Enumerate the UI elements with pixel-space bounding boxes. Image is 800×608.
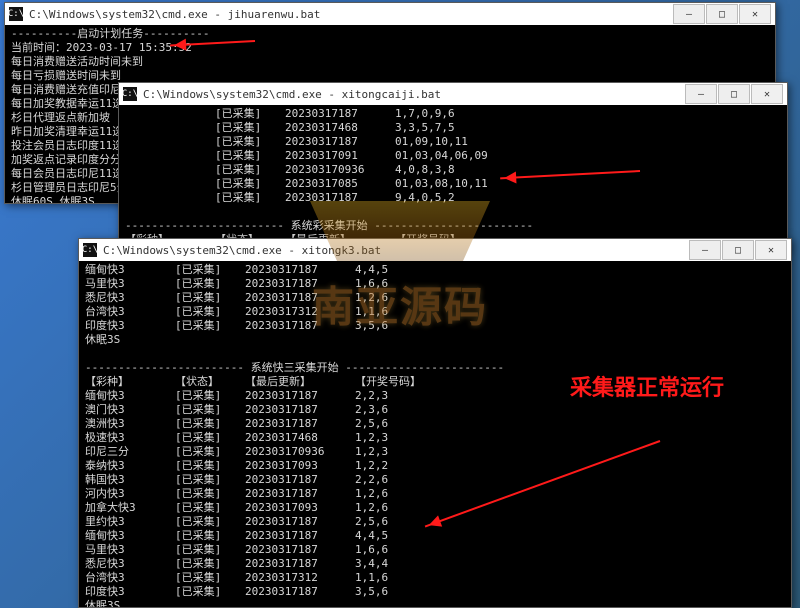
table-row: 澳门快3[已采集]202303171872,3,6 — [85, 403, 785, 417]
cmd-window-xitongk3[interactable]: C:\ C:\Windows\system32\cmd.exe - xitong… — [78, 238, 792, 608]
table-row: 台湾快3[已采集]202303173121,1,6 — [85, 305, 785, 319]
table-row: 缅甸快3[已采集]202303171874,4,5 — [85, 529, 785, 543]
window-title: C:\Windows\system32\cmd.exe - xitongk3.b… — [103, 244, 683, 257]
cmd-window-xitongcaiji[interactable]: C:\ C:\Windows\system32\cmd.exe - xitong… — [118, 82, 788, 254]
table-row: [已采集]2023031718701,09,10,11 — [125, 135, 781, 149]
annotation-label: 采集器正常运行 — [570, 370, 724, 402]
table-row: [已采集]2023031709101,03,04,06,09 — [125, 149, 781, 163]
table-row: 印度快3[已采集]202303171873,5,6 — [85, 319, 785, 333]
blank — [85, 347, 785, 361]
section-header: ------------------------ 系统彩采集开始 -------… — [125, 219, 781, 233]
minimize-button[interactable]: — — [689, 240, 721, 260]
close-button[interactable]: ✕ — [755, 240, 787, 260]
table-row: 悉尼快3[已采集]202303171871,2,6 — [85, 291, 785, 305]
log-line: 每日消费赠送活动时间未到 — [11, 55, 769, 69]
table-row: 韩国快3[已采集]202303171872,2,6 — [85, 473, 785, 487]
cmd-icon: C:\ — [9, 7, 23, 21]
cmd-icon: C:\ — [83, 243, 97, 257]
titlebar[interactable]: C:\ C:\Windows\system32\cmd.exe - xitong… — [79, 239, 791, 261]
table-row: 马里快3[已采集]202303171871,6,6 — [85, 543, 785, 557]
table-row: 澳洲快3[已采集]202303171872,5,6 — [85, 417, 785, 431]
table-row: 休眠3S — [85, 599, 785, 607]
titlebar[interactable]: C:\ C:\Windows\system32\cmd.exe - xitong… — [119, 83, 787, 105]
close-button[interactable]: ✕ — [739, 4, 771, 24]
table-row: 河内快3[已采集]202303171871,2,6 — [85, 487, 785, 501]
log-line: 每日亏损赠送时间未到 — [11, 69, 769, 83]
maximize-button[interactable]: □ — [706, 4, 738, 24]
table-row: 休眠3S — [85, 333, 785, 347]
table-row: 加拿大快3[已采集]202303170931,2,6 — [85, 501, 785, 515]
minimize-button[interactable]: — — [685, 84, 717, 104]
table-row: [已采集]2023031708501,03,08,10,11 — [125, 177, 781, 191]
console-body: [已采集]202303171871,7,0,9,6[已采集]2023031746… — [119, 105, 787, 253]
maximize-button[interactable]: □ — [722, 240, 754, 260]
minimize-button[interactable]: — — [673, 4, 705, 24]
titlebar[interactable]: C:\ C:\Windows\system32\cmd.exe - jihuar… — [5, 3, 775, 25]
table-row: 缅甸快3[已采集]202303171874,4,5 — [85, 263, 785, 277]
table-row: 台湾快3[已采集]202303173121,1,6 — [85, 571, 785, 585]
table-row: [已采集]202303174683,3,5,7,5 — [125, 121, 781, 135]
table-row: [已采集]202303171879,4,0,5,2 — [125, 191, 781, 205]
cmd-icon: C:\ — [123, 87, 137, 101]
banner: ----------启动计划任务---------- — [11, 27, 769, 41]
table-row: 极速快3[已采集]202303174681,2,3 — [85, 431, 785, 445]
table-row: 印尼三分[已采集]2023031709361,2,3 — [85, 445, 785, 459]
table-row: 印度快3[已采集]202303171873,5,6 — [85, 585, 785, 599]
table-row: 泰纳快3[已采集]202303170931,2,2 — [85, 459, 785, 473]
close-button[interactable]: ✕ — [751, 84, 783, 104]
blank — [125, 205, 781, 219]
table-row: [已采集]202303171871,7,0,9,6 — [125, 107, 781, 121]
table-row: 悉尼快3[已采集]202303171873,4,4 — [85, 557, 785, 571]
current-time-line: 当前时间：2023-03-17 15:35:52 — [11, 41, 769, 55]
table-row: [已采集]2023031709364,0,8,3,8 — [125, 163, 781, 177]
console-body: 缅甸快3[已采集]202303171874,4,5马里快3[已采集]202303… — [79, 261, 791, 607]
window-title: C:\Windows\system32\cmd.exe - jihuarenwu… — [29, 8, 667, 21]
maximize-button[interactable]: □ — [718, 84, 750, 104]
table-row: 马里快3[已采集]202303171871,6,6 — [85, 277, 785, 291]
window-title: C:\Windows\system32\cmd.exe - xitongcaij… — [143, 88, 679, 101]
